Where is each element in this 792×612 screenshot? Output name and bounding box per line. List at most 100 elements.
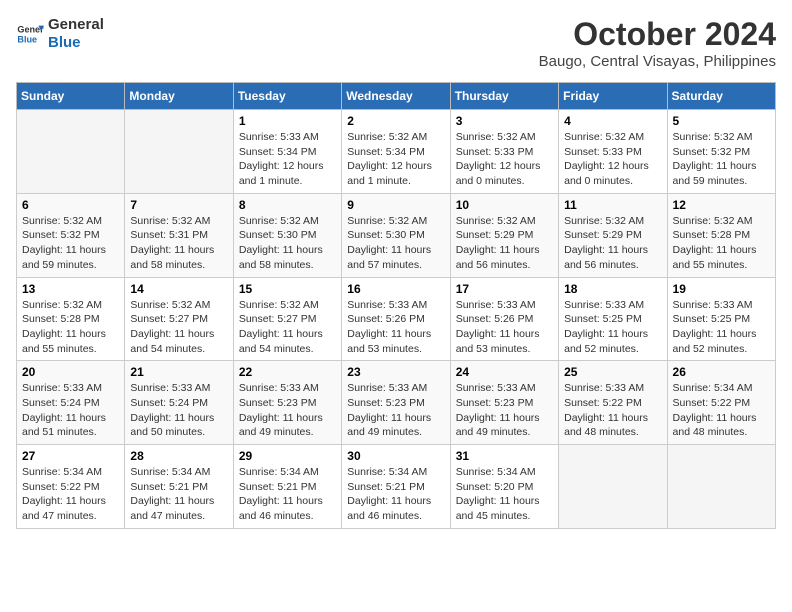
day-cell — [125, 110, 233, 194]
week-row-3: 13 Sunrise: 5:32 AM Sunset: 5:28 PM Dayli… — [17, 277, 776, 361]
day-cell: 23Sunrise: 5:33 AM Sunset: 5:23 PM Dayli… — [342, 361, 450, 445]
month-title: October 2024 — [539, 16, 776, 53]
day-number: 20 — [22, 365, 119, 379]
day-info: Sunrise: 5:32 AM Sunset: 5:32 PM Dayligh… — [673, 130, 770, 189]
header-cell-thursday: Thursday — [450, 83, 558, 110]
day-number: 8 — [239, 198, 336, 212]
day-cell: 22Sunrise: 5:33 AM Sunset: 5:23 PM Dayli… — [233, 361, 341, 445]
day-info: Sunrise: 5:33 AM Sunset: 5:26 PM Dayligh… — [347, 298, 444, 357]
day-info: Sunrise: 5:32 AM Sunset: 5:34 PM Dayligh… — [347, 130, 444, 189]
day-info: Sunrise: 5:33 AM Sunset: 5:25 PM Dayligh… — [673, 298, 770, 357]
day-cell: 28Sunrise: 5:34 AM Sunset: 5:21 PM Dayli… — [125, 445, 233, 529]
logo-text-blue: Blue — [48, 34, 104, 52]
day-cell — [17, 110, 125, 194]
day-cell: 14 Sunrise: 5:32 AM Sunset: 5:27 PM Dayli… — [125, 277, 233, 361]
day-cell: 20 Sunrise: 5:33 AM Sunset: 5:24 PM Dayli… — [17, 361, 125, 445]
day-cell — [667, 445, 775, 529]
page-header: General Blue General Blue October 2024 B… — [16, 16, 776, 70]
header-cell-tuesday: Tuesday — [233, 83, 341, 110]
day-number: 16 — [347, 282, 444, 296]
day-cell — [559, 445, 667, 529]
svg-text:Blue: Blue — [17, 34, 37, 44]
day-number: 2 — [347, 114, 444, 128]
header-row: SundayMondayTuesdayWednesdayThursdayFrid… — [17, 83, 776, 110]
day-number: 28 — [130, 449, 227, 463]
week-row-1: 1Sunrise: 5:33 AM Sunset: 5:34 PM Daylig… — [17, 110, 776, 194]
day-info: Sunrise: 5:33 AM Sunset: 5:24 PM Dayligh… — [22, 381, 119, 440]
calendar-table: SundayMondayTuesdayWednesdayThursdayFrid… — [16, 82, 776, 529]
day-info: Sunrise: 5:32 AM Sunset: 5:29 PM Dayligh… — [564, 214, 661, 273]
day-info: Sunrise: 5:32 AM Sunset: 5:30 PM Dayligh… — [347, 214, 444, 273]
day-info: Sunrise: 5:33 AM Sunset: 5:34 PM Dayligh… — [239, 130, 336, 189]
day-cell: 26 Sunrise: 5:34 AM Sunset: 5:22 PM Dayli… — [667, 361, 775, 445]
day-number: 21 — [130, 365, 227, 379]
day-number: 12 — [673, 198, 770, 212]
day-number: 23 — [347, 365, 444, 379]
day-cell: 5Sunrise: 5:32 AM Sunset: 5:32 PM Daylig… — [667, 110, 775, 194]
week-row-4: 20 Sunrise: 5:33 AM Sunset: 5:24 PM Dayli… — [17, 361, 776, 445]
day-info: Sunrise: 5:34 AM Sunset: 5:22 PM Dayligh… — [673, 381, 770, 440]
day-cell: 25 Sunrise: 5:33 AM Sunset: 5:22 PM Dayli… — [559, 361, 667, 445]
day-number: 29 — [239, 449, 336, 463]
day-info: Sunrise: 5:34 AM Sunset: 5:22 PM Dayligh… — [22, 465, 119, 524]
week-row-5: 27Sunrise: 5:34 AM Sunset: 5:22 PM Dayli… — [17, 445, 776, 529]
day-cell: 10 Sunrise: 5:32 AM Sunset: 5:29 PM Dayli… — [450, 193, 558, 277]
day-number: 26 — [673, 365, 770, 379]
day-cell: 31Sunrise: 5:34 AM Sunset: 5:20 PM Dayli… — [450, 445, 558, 529]
day-number: 30 — [347, 449, 444, 463]
day-number: 18 — [564, 282, 661, 296]
day-info: Sunrise: 5:33 AM Sunset: 5:24 PM Dayligh… — [130, 381, 227, 440]
day-cell: 27Sunrise: 5:34 AM Sunset: 5:22 PM Dayli… — [17, 445, 125, 529]
day-info: Sunrise: 5:32 AM Sunset: 5:32 PM Dayligh… — [22, 214, 119, 273]
header-cell-saturday: Saturday — [667, 83, 775, 110]
day-info: Sunrise: 5:34 AM Sunset: 5:21 PM Dayligh… — [347, 465, 444, 524]
day-cell: 24 Sunrise: 5:33 AM Sunset: 5:23 PM Dayli… — [450, 361, 558, 445]
day-info: Sunrise: 5:33 AM Sunset: 5:23 PM Dayligh… — [239, 381, 336, 440]
day-cell: 21 Sunrise: 5:33 AM Sunset: 5:24 PM Dayli… — [125, 361, 233, 445]
logo-text-general: General — [48, 16, 104, 34]
day-number: 3 — [456, 114, 553, 128]
day-number: 25 — [564, 365, 661, 379]
day-info: Sunrise: 5:32 AM Sunset: 5:29 PM Dayligh… — [456, 214, 553, 273]
day-number: 24 — [456, 365, 553, 379]
day-number: 17 — [456, 282, 553, 296]
day-info: Sunrise: 5:32 AM Sunset: 5:33 PM Dayligh… — [456, 130, 553, 189]
day-cell: 15 Sunrise: 5:32 AM Sunset: 5:27 PM Dayli… — [233, 277, 341, 361]
day-cell: 1Sunrise: 5:33 AM Sunset: 5:34 PM Daylig… — [233, 110, 341, 194]
day-info: Sunrise: 5:33 AM Sunset: 5:23 PM Dayligh… — [456, 381, 553, 440]
location: Baugo, Central Visayas, Philippines — [539, 53, 776, 70]
day-info: Sunrise: 5:32 AM Sunset: 5:31 PM Dayligh… — [130, 214, 227, 273]
day-info: Sunrise: 5:32 AM Sunset: 5:28 PM Dayligh… — [673, 214, 770, 273]
day-info: Sunrise: 5:34 AM Sunset: 5:21 PM Dayligh… — [239, 465, 336, 524]
day-number: 10 — [456, 198, 553, 212]
day-info: Sunrise: 5:32 AM Sunset: 5:30 PM Dayligh… — [239, 214, 336, 273]
day-cell: 6Sunrise: 5:32 AM Sunset: 5:32 PM Daylig… — [17, 193, 125, 277]
title-block: October 2024 Baugo, Central Visayas, Phi… — [539, 16, 776, 70]
day-info: Sunrise: 5:32 AM Sunset: 5:27 PM Dayligh… — [130, 298, 227, 357]
day-info: Sunrise: 5:33 AM Sunset: 5:26 PM Dayligh… — [456, 298, 553, 357]
day-info: Sunrise: 5:34 AM Sunset: 5:20 PM Dayligh… — [456, 465, 553, 524]
header-cell-monday: Monday — [125, 83, 233, 110]
calendar-header: SundayMondayTuesdayWednesdayThursdayFrid… — [17, 83, 776, 110]
day-info: Sunrise: 5:33 AM Sunset: 5:25 PM Dayligh… — [564, 298, 661, 357]
day-info: Sunrise: 5:33 AM Sunset: 5:22 PM Dayligh… — [564, 381, 661, 440]
logo-icon: General Blue — [16, 20, 44, 48]
day-cell: 7 Sunrise: 5:32 AM Sunset: 5:31 PM Daylig… — [125, 193, 233, 277]
day-cell: 18 Sunrise: 5:33 AM Sunset: 5:25 PM Dayli… — [559, 277, 667, 361]
day-number: 9 — [347, 198, 444, 212]
day-cell: 29 Sunrise: 5:34 AM Sunset: 5:21 PM Dayli… — [233, 445, 341, 529]
day-number: 7 — [130, 198, 227, 212]
day-cell: 4Sunrise: 5:32 AM Sunset: 5:33 PM Daylig… — [559, 110, 667, 194]
day-number: 15 — [239, 282, 336, 296]
day-info: Sunrise: 5:32 AM Sunset: 5:33 PM Dayligh… — [564, 130, 661, 189]
header-cell-wednesday: Wednesday — [342, 83, 450, 110]
day-number: 14 — [130, 282, 227, 296]
day-number: 11 — [564, 198, 661, 212]
calendar-body: 1Sunrise: 5:33 AM Sunset: 5:34 PM Daylig… — [17, 110, 776, 529]
day-info: Sunrise: 5:32 AM Sunset: 5:28 PM Dayligh… — [22, 298, 119, 357]
day-number: 13 — [22, 282, 119, 296]
day-info: Sunrise: 5:32 AM Sunset: 5:27 PM Dayligh… — [239, 298, 336, 357]
logo: General Blue General Blue — [16, 16, 104, 52]
day-cell: 13 Sunrise: 5:32 AM Sunset: 5:28 PM Dayli… — [17, 277, 125, 361]
day-cell: 17 Sunrise: 5:33 AM Sunset: 5:26 PM Dayli… — [450, 277, 558, 361]
